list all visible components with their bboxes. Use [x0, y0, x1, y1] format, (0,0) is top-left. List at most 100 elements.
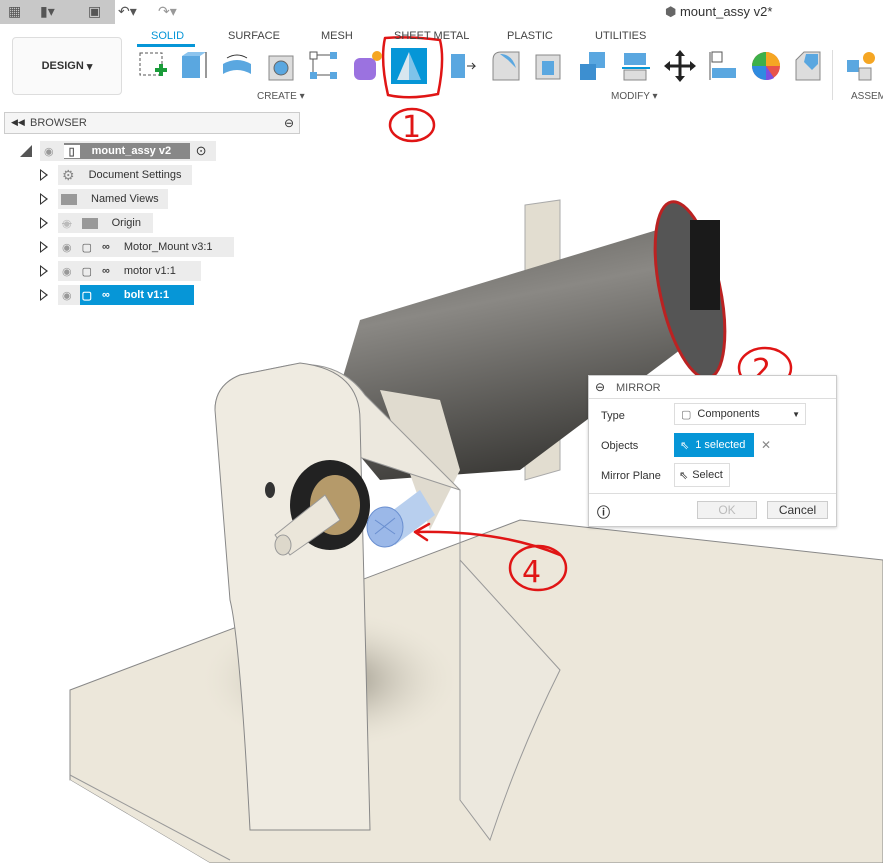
visibility-eye-icon[interactable]: ◉	[62, 241, 72, 254]
expand-arrow-icon[interactable]	[40, 169, 48, 181]
collapse-browser-icon[interactable]: ◀◀	[11, 117, 25, 128]
item-label: bolt v1:1	[123, 289, 170, 301]
expand-arrow-icon[interactable]	[40, 289, 48, 301]
quick-access-toolbar: ▦ ▮▾ ▣ ↶▾ ↷▾	[0, 0, 177, 24]
tab-surface[interactable]: SURFACE	[228, 30, 280, 42]
visibility-eye-icon[interactable]: ◉	[62, 265, 72, 278]
minimize-browser-icon[interactable]: ⊖	[284, 116, 294, 130]
align-icon[interactable]	[708, 50, 740, 82]
physical-material-icon[interactable]	[792, 50, 824, 82]
visibility-eye-icon[interactable]: ◉	[62, 289, 72, 302]
move-icon[interactable]	[664, 50, 696, 82]
component-icon: ▢	[81, 289, 93, 302]
browser-item-bolt[interactable]: ◉ ▢ ∞ bolt v1:1	[58, 285, 194, 305]
tab-plastic[interactable]: PLASTIC	[507, 30, 553, 42]
motor-mount-bracket-front	[214, 362, 371, 831]
type-label: Type	[601, 410, 625, 422]
expand-root-icon[interactable]	[20, 145, 32, 157]
bolt-shaft	[380, 490, 435, 545]
mirror-icon[interactable]	[391, 48, 427, 84]
expand-arrow-icon[interactable]	[40, 265, 48, 277]
tab-utilities[interactable]: UTILITIES	[595, 30, 646, 42]
browser-item-document-settings[interactable]: ⚙ Document Settings	[58, 165, 192, 185]
annotation-1: 1	[402, 110, 421, 145]
expand-arrow-icon[interactable]	[40, 217, 48, 229]
shell-icon[interactable]	[533, 50, 565, 82]
plane-value: Select	[692, 469, 723, 481]
base-plate	[69, 519, 883, 863]
hidden-eye-icon[interactable]: ◉	[62, 217, 72, 230]
type-dropdown[interactable]: ▢ Components ▼	[674, 403, 806, 425]
motor-end-cap	[653, 200, 727, 380]
tab-sheet-metal[interactable]: SHEET METAL	[394, 30, 469, 42]
cursor-icon: ⇖	[679, 469, 689, 482]
folder-icon	[61, 193, 77, 205]
browser-item-named-views[interactable]: Named Views	[58, 189, 168, 209]
browser-item-origin[interactable]: ◉ Origin	[58, 213, 153, 233]
press-pull-icon[interactable]	[447, 50, 479, 82]
file-menu-icon[interactable]: ▮▾	[40, 3, 55, 20]
apps-grid-icon[interactable]: ▦	[8, 3, 21, 20]
item-label: Named Views	[91, 193, 159, 205]
root-component[interactable]: ▯ mount_assy v2	[63, 143, 190, 159]
new-component-icon[interactable]	[845, 50, 877, 82]
assemble-group-label[interactable]: ASSEM	[851, 91, 883, 102]
redo-icon[interactable]: ↷▾	[158, 3, 177, 20]
item-label: motor v1:1	[123, 265, 176, 277]
create-group-label[interactable]: CREATE ▾	[257, 91, 305, 102]
mirror-plane-selection[interactable]: ⇖ Select	[674, 463, 730, 487]
pattern-icon[interactable]	[308, 50, 340, 82]
objects-selection[interactable]: ⇖ 1 selected	[674, 433, 754, 457]
revolve-icon[interactable]	[221, 50, 253, 82]
clear-selection-icon[interactable]: ✕	[761, 438, 771, 452]
mirror-plane-label: Mirror Plane	[601, 470, 661, 482]
link-icon: ∞	[102, 241, 110, 253]
gear-icon: ⚙	[62, 166, 75, 183]
browser-item-motor-mount[interactable]: ◉ ▢ ∞ Motor_Mount v3:1	[58, 237, 234, 257]
hole-icon[interactable]	[266, 50, 298, 82]
dialog-title: MIRROR	[616, 382, 661, 394]
appearance-icon[interactable]	[750, 50, 782, 82]
objects-value: 1 selected	[695, 439, 746, 451]
tab-solid[interactable]: SOLID	[151, 30, 184, 42]
link-icon: ∞	[102, 289, 110, 301]
expand-arrow-icon[interactable]	[40, 241, 48, 253]
browser-item-motor[interactable]: ◉ ▢ ∞ motor v1:1	[58, 261, 201, 281]
folder-icon	[81, 217, 98, 229]
rear-bracket	[524, 199, 561, 481]
expand-arrow-icon[interactable]	[40, 193, 48, 205]
root-label: mount_assy v2	[91, 145, 172, 157]
create-sketch-icon[interactable]	[137, 50, 169, 82]
type-value: Components	[697, 408, 760, 420]
link-icon: ∞	[102, 265, 110, 277]
tab-mesh[interactable]: MESH	[321, 30, 353, 42]
document-title: ⬢ mount_assy v2*	[665, 4, 772, 20]
item-label: Motor_Mount v3:1	[123, 241, 213, 253]
document-title-text: mount_assy v2*	[679, 4, 773, 19]
undo-icon[interactable]: ↶▾	[118, 3, 137, 20]
mirror-dialog: ⊖ MIRROR Type ▢ Components ▼ Objects ⇖ 1 se…	[588, 375, 837, 527]
extrude-icon[interactable]	[178, 50, 210, 82]
component-icon: ▯	[63, 144, 80, 158]
workspace-label: DESIGN	[41, 60, 84, 72]
document-icon: ⬢	[665, 4, 680, 19]
collapse-dialog-icon[interactable]: ⊖	[595, 380, 605, 394]
workspace-dropdown[interactable]: DESIGN ▾	[12, 37, 122, 95]
save-icon[interactable]: ▣	[88, 3, 101, 20]
browser-panel-header: ◀◀ BROWSER ⊖	[4, 112, 300, 134]
browser-root-row[interactable]: ◉ ▯ mount_assy v2 ⊙	[40, 141, 216, 161]
modify-group-label[interactable]: MODIFY ▾	[611, 91, 658, 102]
info-icon[interactable]: ⓘ	[597, 502, 610, 521]
offset-face-icon[interactable]	[620, 50, 652, 82]
activate-radio-icon[interactable]: ⊙	[196, 143, 207, 159]
component-icon: ▢	[81, 265, 93, 278]
objects-label: Objects	[601, 440, 639, 452]
create-form-icon[interactable]	[351, 50, 383, 82]
active-tab-indicator	[137, 44, 195, 47]
ok-button[interactable]: OK	[697, 501, 757, 519]
cancel-button[interactable]: Cancel	[767, 501, 828, 519]
fillet-icon[interactable]	[490, 50, 522, 82]
combine-icon[interactable]	[577, 50, 609, 82]
visibility-eye-icon[interactable]: ◉	[44, 145, 54, 158]
component-icon: ▢	[681, 408, 692, 421]
